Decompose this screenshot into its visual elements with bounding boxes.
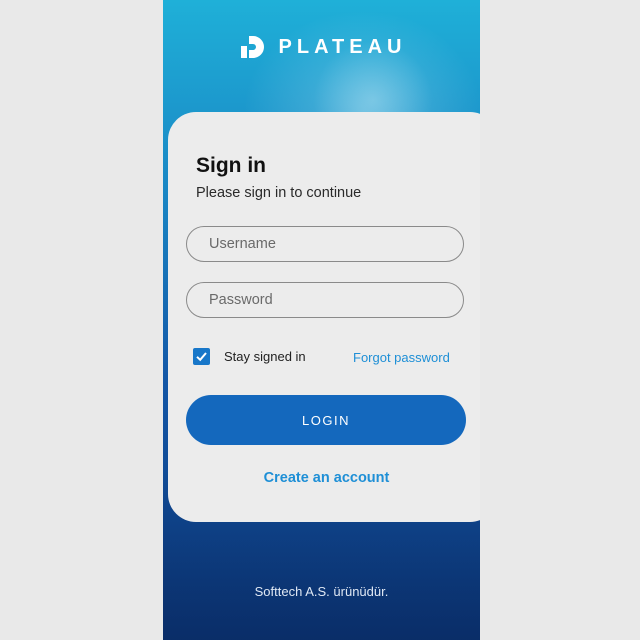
forgot-password-link[interactable]: Forgot password <box>353 350 450 365</box>
brand-header: PLATEAU <box>163 30 480 64</box>
app-screen: PLATEAU Sign in Please sign in to contin… <box>163 0 480 640</box>
footer-text: Softtech A.S. ürünüdür. <box>254 584 389 599</box>
page-subtitle: Please sign in to continue <box>196 185 362 201</box>
username-input[interactable] <box>186 226 464 262</box>
create-account-link[interactable]: Create an account <box>168 470 480 486</box>
plateau-logo-icon <box>237 32 267 62</box>
stay-signed-in-row: Stay signed in <box>193 348 306 365</box>
brand-name: PLATEAU <box>278 35 407 58</box>
checkmark-icon <box>196 352 207 362</box>
login-button[interactable]: LOGIN <box>186 395 466 445</box>
stay-signed-in-checkbox[interactable] <box>193 348 210 365</box>
password-input[interactable] <box>186 282 464 318</box>
page-title: Sign in <box>196 154 266 177</box>
stay-signed-in-label[interactable]: Stay signed in <box>224 349 306 364</box>
signin-card: Sign in Please sign in to continue Stay … <box>168 112 480 522</box>
